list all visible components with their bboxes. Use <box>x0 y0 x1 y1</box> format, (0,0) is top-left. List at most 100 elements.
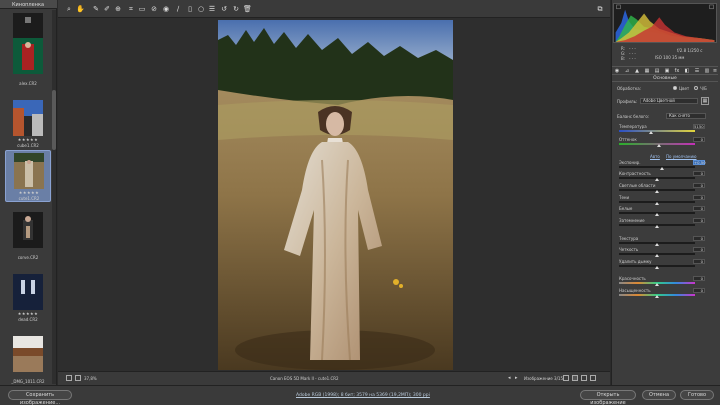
zoom-icon[interactable]: ⌕ <box>65 5 73 13</box>
slider-value-field[interactable]: 0 <box>693 236 705 241</box>
slider-knob[interactable] <box>655 213 659 216</box>
crop-icon[interactable]: ⌗ <box>127 5 135 13</box>
slider-value-field[interactable]: 0 <box>693 195 705 200</box>
treatment-bw-radio[interactable] <box>694 86 698 90</box>
view-mode-icon[interactable] <box>563 375 569 381</box>
next-image-icon[interactable]: ▸ <box>515 375 518 381</box>
slider-knob[interactable] <box>655 202 659 205</box>
compare-toggle-icon[interactable] <box>66 375 72 381</box>
slider-label: Затемнение <box>619 218 645 223</box>
auto-tone-link[interactable]: Авто <box>650 154 660 159</box>
filmstrip-scroll-thumb[interactable] <box>52 90 56 150</box>
spot-removal-icon[interactable]: ⊘ <box>150 5 158 13</box>
slider-knob[interactable] <box>655 295 659 298</box>
slider-value-field[interactable]: 0 <box>693 288 705 293</box>
thumbnail-name: cute1.CR2 <box>18 196 40 201</box>
tab-basic-icon[interactable]: ◉ <box>614 68 620 74</box>
target-adjust-icon[interactable]: ⊕ <box>114 5 122 13</box>
zoom-toggle-icon[interactable] <box>75 375 81 381</box>
open-image-button[interactable]: Открыть изображение <box>580 390 636 405</box>
white-balance-select[interactable]: Как снято <box>666 113 706 119</box>
fullscreen-icon[interactable]: ⧉ <box>596 5 604 13</box>
tab-detail-icon[interactable]: ▲ <box>634 68 640 74</box>
trash-icon[interactable]: 🗑 <box>243 5 252 13</box>
tab-split-toning-icon[interactable]: ▤ <box>654 68 660 74</box>
tab-calibration-icon[interactable]: ◧ <box>684 68 690 74</box>
slider-label: Контрастность <box>619 171 651 176</box>
tab-snapshots-icon[interactable]: ▥ <box>704 68 710 74</box>
slider-knob[interactable] <box>655 178 659 181</box>
graduated-filter-icon[interactable]: ▯ <box>186 5 194 13</box>
tab-hsl-icon[interactable]: ▦ <box>644 68 650 74</box>
slider-knob[interactable] <box>655 243 659 246</box>
slider-knob[interactable] <box>659 167 664 170</box>
view-mode-icon[interactable] <box>572 375 578 381</box>
brush-icon[interactable]: ∕ <box>174 5 182 13</box>
thumbnail-image <box>13 38 43 74</box>
slider-value-field[interactable]: 5150 <box>693 124 705 129</box>
tab-lens-icon[interactable]: ▣ <box>664 68 670 74</box>
default-tone-link[interactable]: По умолчанию <box>666 154 697 159</box>
profile-browser-icon[interactable]: ▦ <box>701 97 709 105</box>
slider-value-field[interactable]: 0 <box>693 183 705 188</box>
white-balance-icon[interactable]: ✎ <box>92 5 100 13</box>
filmstrip-item[interactable]: ★★★★★ dead.CR2 <box>5 272 51 324</box>
slider-track[interactable] <box>619 130 695 132</box>
treatment-color-radio[interactable] <box>673 86 677 90</box>
slider-label: Четкость <box>619 247 639 252</box>
view-mode-icon[interactable] <box>590 375 596 381</box>
slider-value-field[interactable]: 0 <box>693 137 705 142</box>
filmstrip-item-selected[interactable]: ★★★★★ cute1.CR2 <box>5 150 51 202</box>
view-mode-icon[interactable] <box>581 375 587 381</box>
cancel-button[interactable]: Отмена <box>642 390 676 400</box>
filmstrip-header[interactable]: Кинопленка <box>0 0 57 9</box>
slider-knob[interactable] <box>648 131 653 134</box>
preferences-icon[interactable]: ☰ <box>208 5 216 13</box>
slider-knob[interactable] <box>655 254 659 257</box>
filmstrip-scrollbar[interactable] <box>52 10 56 384</box>
previous-image-icon[interactable]: ◂ <box>508 375 511 381</box>
slider-knob[interactable] <box>655 225 659 228</box>
tab-presets-icon[interactable]: ☰ <box>694 68 700 74</box>
thumbnail-name: dead.CR2 <box>18 317 38 322</box>
radial-filter-icon[interactable]: ○ <box>197 5 205 13</box>
red-eye-icon[interactable]: ◉ <box>162 5 170 13</box>
thumbnail-image <box>14 153 44 189</box>
tab-effects-icon[interactable]: fx <box>674 68 680 74</box>
slider-value-field[interactable]: +0,50 <box>693 160 706 165</box>
slider-value-field[interactable]: 0 <box>693 276 705 281</box>
slider-knob[interactable] <box>655 283 659 286</box>
slider-knob[interactable] <box>655 266 659 269</box>
slider-label: Текстура <box>619 236 639 241</box>
filmstrip-item[interactable]: ★★★★★ cube1.CR2 <box>5 98 51 150</box>
hand-icon[interactable]: ✋ <box>76 5 85 13</box>
rotate-left-icon[interactable]: ↺ <box>220 5 228 13</box>
rotate-right-icon[interactable]: ↻ <box>232 5 240 13</box>
panel-menu-icon[interactable]: ≡ <box>712 68 718 74</box>
filmstrip-item[interactable]: _DMG_1011.CR2 <box>5 334 51 386</box>
slider-value-field[interactable]: 0 <box>693 171 705 176</box>
slider-value-field[interactable]: 0 <box>693 259 705 264</box>
zoom-level[interactable]: 37,8% <box>84 376 97 381</box>
slider-knob[interactable] <box>655 190 659 193</box>
slider-track[interactable] <box>619 166 695 168</box>
footer-bar: Сохранить изображение... Adobe RGB (1998… <box>0 385 720 405</box>
image-counter: Изображение 3/15 <box>524 376 564 381</box>
tab-curve-icon[interactable]: ⊿ <box>624 68 630 74</box>
straighten-icon[interactable]: ▭ <box>138 5 146 13</box>
workflow-options-link[interactable]: Adobe RGB (1998); 8 бит; 3579 на 5369 (1… <box>296 393 430 398</box>
preview-image[interactable] <box>218 20 453 370</box>
slider-value-field[interactable]: 0 <box>693 206 705 211</box>
filmstrip-item[interactable]: alex.CR2 <box>5 36 51 88</box>
filmstrip-item[interactable]: corve.CR2 <box>5 210 51 262</box>
color-sampler-icon[interactable]: ✐ <box>103 5 111 13</box>
slider-value-field[interactable]: 0 <box>693 218 705 223</box>
profile-select[interactable]: Adobe Цветной <box>640 98 698 104</box>
save-image-button[interactable]: Сохранить изображение... <box>8 390 72 405</box>
rgb-readout: R: - - - G: - - - B: - - - f/2.8 1/250 с… <box>617 46 715 63</box>
slider-knob[interactable] <box>656 144 661 147</box>
slider-value-field[interactable]: 0 <box>693 247 705 252</box>
slider-label: Красочность <box>619 276 646 281</box>
done-button[interactable]: Готово <box>680 390 714 400</box>
thumbnail-name: alex.CR2 <box>19 81 37 86</box>
